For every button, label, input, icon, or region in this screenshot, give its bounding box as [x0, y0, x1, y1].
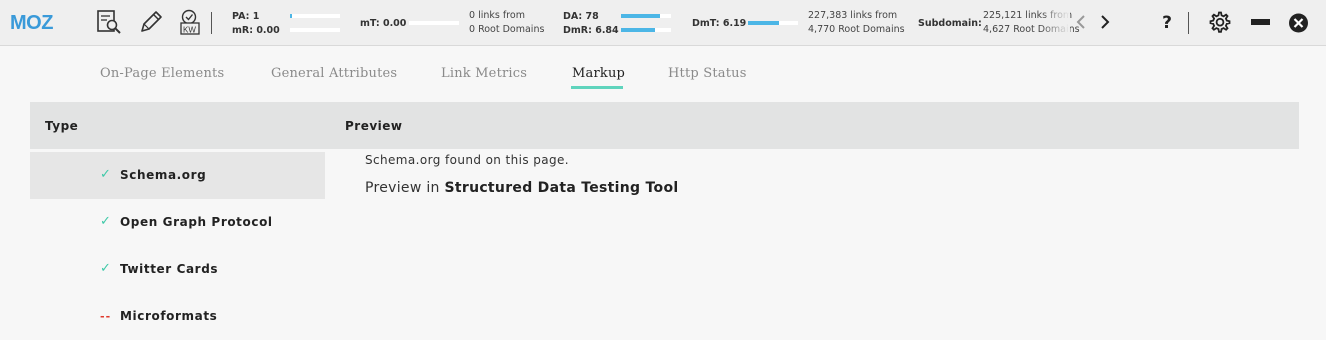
mr-bar: [290, 28, 340, 32]
pa-value: PA: 1: [232, 11, 260, 22]
dmr-bar: [621, 28, 671, 32]
tab-general-attributes[interactable]: General Attributes: [271, 66, 397, 81]
pa-bar-fill: [290, 14, 292, 18]
dmt-bar-fill: [748, 21, 779, 25]
page-search-icon[interactable]: [96, 9, 122, 35]
svg-text:KW: KW: [183, 26, 196, 35]
mr-value: mR: 0.00: [232, 25, 280, 36]
close-icon[interactable]: [1286, 10, 1312, 36]
pencil-icon[interactable]: [138, 9, 164, 35]
toolbar-separator-right: [1188, 12, 1189, 34]
structured-data-testing-tool-link[interactable]: Structured Data Testing Tool: [444, 180, 678, 196]
domain-root-domains[interactable]: 4,770 Root Domains: [808, 23, 905, 37]
help-icon[interactable]: ?: [1154, 10, 1180, 36]
preview-prefix: Preview in: [365, 180, 440, 196]
moz-logo[interactable]: MOZ: [10, 12, 72, 32]
markup-row-open-graph[interactable]: ✓ Open Graph Protocol: [30, 199, 325, 246]
dmr-bar-fill: [621, 28, 655, 32]
dmr-value: DmR: 6.84: [563, 25, 619, 36]
preview-column-header: Preview: [345, 119, 403, 133]
markup-row-microformats[interactable]: -- Microformats: [30, 293, 325, 340]
subdomain-label: Subdomain:: [918, 18, 982, 29]
preview-tool-line: Preview in Structured Data Testing Tool: [365, 180, 678, 196]
chevron-left-icon[interactable]: [1074, 12, 1088, 32]
type-column-header: Type: [45, 119, 79, 133]
markup-table-header: Type Preview: [30, 102, 1299, 149]
preview-found-text: Schema.org found on this page.: [365, 153, 570, 167]
page-root-domains[interactable]: 0 Root Domains: [469, 23, 544, 37]
tab-on-page-elements[interactable]: On-Page Elements: [100, 66, 224, 81]
da-bar-fill: [621, 14, 660, 18]
da-value: DA: 78: [563, 11, 599, 22]
active-tab-indicator: [571, 86, 623, 89]
missing-dash-icon: --: [100, 310, 112, 323]
pa-bar: [290, 14, 340, 18]
chevron-right-icon[interactable]: [1098, 12, 1112, 32]
markup-row-twitter-cards[interactable]: ✓ Twitter Cards: [30, 246, 325, 293]
markup-row-schema-org[interactable]: ✓ Schema.org: [30, 152, 325, 199]
metrics-fade: [1040, 8, 1070, 38]
tab-markup[interactable]: Markup: [572, 66, 625, 81]
minimize-bar-icon[interactable]: [1248, 10, 1274, 36]
markup-type-label: Twitter Cards: [120, 262, 219, 276]
markup-type-label: Schema.org: [120, 168, 207, 182]
check-icon: ✓: [100, 261, 111, 276]
da-bar: [621, 14, 671, 18]
domain-links-count[interactable]: 227,383 links from: [808, 9, 897, 23]
markup-type-label: Microformats: [120, 309, 218, 323]
kw-checklist-icon[interactable]: KW: [178, 9, 204, 35]
page-links-count[interactable]: 0 links from: [469, 9, 525, 23]
mt-bar: [409, 21, 459, 25]
check-icon: ✓: [100, 167, 111, 182]
svg-text:MOZ: MOZ: [10, 12, 53, 32]
moz-toolbar: MOZ KW PA: 1 mR: 0.00 mT: 0.00 0 links f…: [0, 0, 1326, 46]
tab-link-metrics[interactable]: Link Metrics: [441, 66, 527, 81]
dmt-value: DmT: 6.19: [692, 18, 747, 29]
toolbar-separator: [211, 12, 212, 34]
mt-value: mT: 0.00: [360, 18, 407, 29]
check-icon: ✓: [100, 214, 111, 229]
markup-type-label: Open Graph Protocol: [120, 215, 273, 229]
dmt-bar: [748, 21, 798, 25]
gear-icon[interactable]: [1206, 10, 1232, 36]
tab-http-status[interactable]: Http Status: [668, 66, 747, 81]
